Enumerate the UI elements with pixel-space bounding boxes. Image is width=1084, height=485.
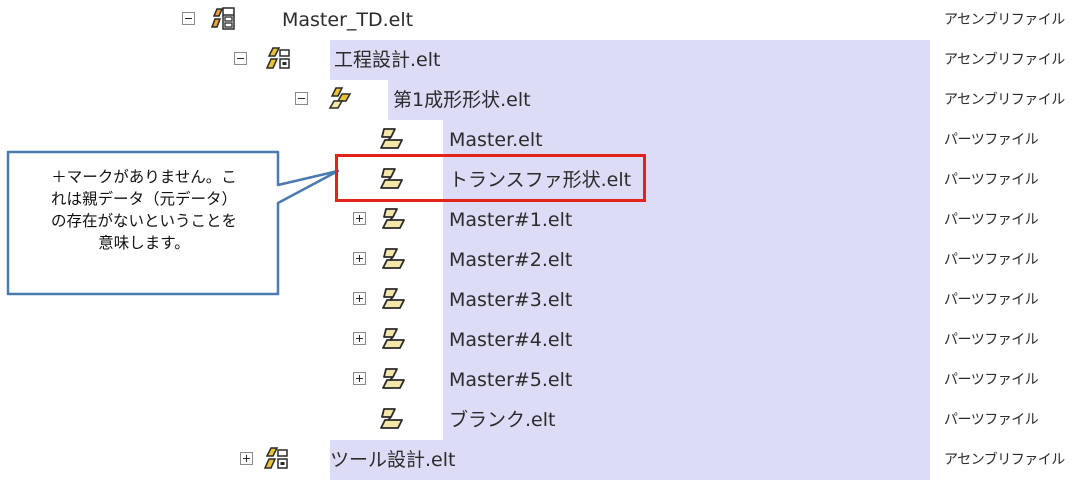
callout-line: れは親データ（元データ） <box>50 190 237 208</box>
callout-line: の存在がないということを <box>50 212 237 230</box>
callout-line: ＋マークがありません。こ <box>51 168 237 186</box>
callout-line: 意味します。 <box>98 234 190 252</box>
callout-text: ＋マークがありません。こ れは親データ（元データ） の存在がないということを 意… <box>18 166 270 254</box>
highlight-box <box>335 154 646 202</box>
